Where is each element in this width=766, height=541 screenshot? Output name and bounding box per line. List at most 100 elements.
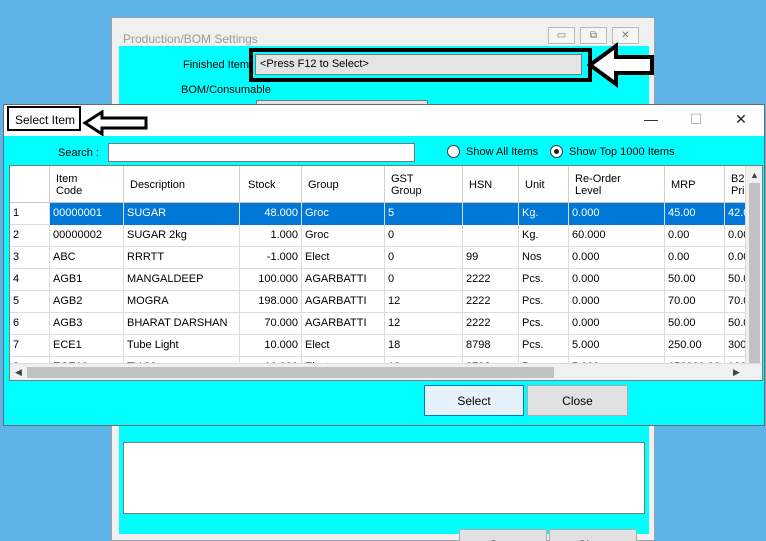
cell-code: 00000002 <box>50 225 124 247</box>
cell-unit: Nos <box>519 247 569 269</box>
row-number-cell: 4 <box>10 269 50 291</box>
cell-unit: Pcs. <box>519 291 569 313</box>
cell-gst: 12 <box>385 291 463 313</box>
row-number-cell: 1 <box>10 203 50 225</box>
cell-desc: SUGAR 2kg <box>124 225 240 247</box>
column-header-unit[interactable]: Unit <box>519 166 569 203</box>
radio-circle-icon <box>447 145 460 158</box>
minimize-icon[interactable]: ▭ <box>548 27 575 44</box>
column-header-stock[interactable]: Stock <box>240 166 302 203</box>
cell-stock: 48.000 <box>240 203 302 225</box>
table-row[interactable]: 5 AGB2 MOGRA 198.000 AGARBATTI 12 2222 Pcs. 0.00… <box>10 291 762 313</box>
cell-mrp: 0.00 <box>665 225 725 247</box>
table-row[interactable]: 6 AGB3 BHARAT DARSHAN 70.000 AGARBATTI 12 2222… <box>10 313 762 335</box>
cell-code: AGB2 <box>50 291 124 313</box>
dialog-close-button[interactable]: Close <box>527 385 628 416</box>
column-header-hsn[interactable]: HSN <box>463 166 519 203</box>
cell-desc: MOGRA <box>124 291 240 313</box>
cell-reorder: 0.000 <box>569 291 665 313</box>
cell-reorder: 5.000 <box>569 335 665 357</box>
cell-mrp: 250.00 <box>665 335 725 357</box>
column-header-group[interactable]: Group <box>302 166 385 203</box>
bom-titlebar: Production/BOM Settings ▭ ⧉ ✕ <box>112 18 654 46</box>
save-button[interactable]: Save <box>459 529 547 541</box>
cell-reorder: 60.000 <box>569 225 665 247</box>
vertical-scrollbar[interactable]: ▲ <box>745 166 762 365</box>
cell-desc: Tube Light <box>124 335 240 357</box>
cell-stock: 70.000 <box>240 313 302 335</box>
table-row[interactable]: 1 00000001 SUGAR 48.000 Groc 5 Kg. 0.000 45.00 42… <box>10 203 762 225</box>
cell-mrp: 0.00 <box>665 247 725 269</box>
cell-hsn: 8798 <box>463 335 519 357</box>
cell-code: AGB1 <box>50 269 124 291</box>
cell-code: AGB3 <box>50 313 124 335</box>
horizontal-scrollbar[interactable]: ◀ ▶ <box>10 363 762 380</box>
left-arrow-icon <box>82 110 148 136</box>
bom-consumable-label: BOM/Consumable <box>181 84 271 96</box>
cell-hsn: 2222 <box>463 269 519 291</box>
scroll-left-icon[interactable]: ◀ <box>10 364 27 380</box>
radio-selected-icon <box>550 145 563 158</box>
cell-mrp: 50.00 <box>665 313 725 335</box>
cell-code: 00000001 <box>50 203 124 225</box>
search-input[interactable] <box>108 143 415 162</box>
vertical-scroll-thumb[interactable] <box>749 183 760 363</box>
table-row[interactable]: 7 ECE1 Tube Light 10.000 Elect 18 8798 Pcs. 5.00… <box>10 335 762 357</box>
cell-unit: Kg. <box>519 203 569 225</box>
dialog-titlebar: Select Item — ☐ ✕ <box>4 105 764 136</box>
cell-reorder: 0.000 <box>569 203 665 225</box>
cell-gst: 5 <box>385 203 463 225</box>
show-top-1000-label: Show Top 1000 Items <box>569 145 675 158</box>
cell-group: Groc <box>302 203 385 225</box>
cell-stock: 100.000 <box>240 269 302 291</box>
table-row[interactable]: 3 ABC RRRTT -1.000 Elect 0 99 Nos 0.000 0.00 0.00 <box>10 247 762 269</box>
show-all-items-radio[interactable]: Show All Items <box>447 145 538 158</box>
cell-mrp: 70.00 <box>665 291 725 313</box>
cell-reorder: 0.000 <box>569 313 665 335</box>
column-header-gst[interactable]: GST Group <box>385 166 463 203</box>
cell-unit: Pcs. <box>519 269 569 291</box>
cell-group: AGARBATTI <box>302 269 385 291</box>
column-header-desc[interactable]: Description <box>124 166 240 203</box>
select-button[interactable]: Select <box>424 385 524 416</box>
cell-group: AGARBATTI <box>302 313 385 335</box>
item-grid[interactable]: Item Code Description Stock Group GST Group H… <box>9 165 763 381</box>
cell-group: AGARBATTI <box>302 291 385 313</box>
cell-desc: BHARAT DARSHAN <box>124 313 240 335</box>
cell-group: Elect <box>302 247 385 269</box>
cell-stock: 10.000 <box>240 335 302 357</box>
column-header-row-number[interactable] <box>10 166 50 203</box>
bom-window-title: Production/BOM Settings <box>123 32 258 46</box>
horizontal-scroll-thumb[interactable] <box>27 367 554 378</box>
cell-code: ABC <box>50 247 124 269</box>
show-top-1000-radio[interactable]: Show Top 1000 Items <box>550 145 675 158</box>
bom-item-list[interactable] <box>123 442 645 514</box>
cell-hsn <box>463 203 519 225</box>
cell-desc: RRRTT <box>124 247 240 269</box>
close-icon[interactable]: ✕ <box>727 109 755 129</box>
cell-stock: -1.000 <box>240 247 302 269</box>
row-number-cell: 7 <box>10 335 50 357</box>
column-header-mrp[interactable]: MRP <box>665 166 725 203</box>
cell-gst: 12 <box>385 313 463 335</box>
row-number-cell: 6 <box>10 313 50 335</box>
table-row[interactable]: 2 00000002 SUGAR 2kg 1.000 Groc 0 Kg. 60.000 0.0… <box>10 225 762 247</box>
minimize-icon[interactable]: — <box>637 109 665 129</box>
bom-close-button[interactable]: Close <box>549 529 637 541</box>
cell-stock: 1.000 <box>240 225 302 247</box>
grid-header: Item Code Description Stock Group GST Group H… <box>10 166 762 203</box>
cell-mrp: 50.00 <box>665 269 725 291</box>
column-header-reorder[interactable]: Re-Order Level <box>569 166 665 203</box>
scroll-right-icon[interactable]: ▶ <box>728 364 745 380</box>
cell-gst: 18 <box>385 335 463 357</box>
table-row[interactable]: 4 AGB1 MANGALDEEP 100.000 AGARBATTI 0 2222 Pcs.… <box>10 269 762 291</box>
cell-hsn: 99 <box>463 247 519 269</box>
maximize-icon[interactable]: ☐ <box>682 109 710 129</box>
column-header-code[interactable]: Item Code <box>50 166 124 203</box>
finished-item-label: Finished Item <box>183 59 250 71</box>
cell-unit: Pcs. <box>519 313 569 335</box>
cell-stock: 198.000 <box>240 291 302 313</box>
scroll-up-icon[interactable]: ▲ <box>746 166 762 183</box>
select-item-dialog: Select Item — ☐ ✕ Search : Show All Item… <box>3 104 765 426</box>
cell-reorder: 0.000 <box>569 269 665 291</box>
